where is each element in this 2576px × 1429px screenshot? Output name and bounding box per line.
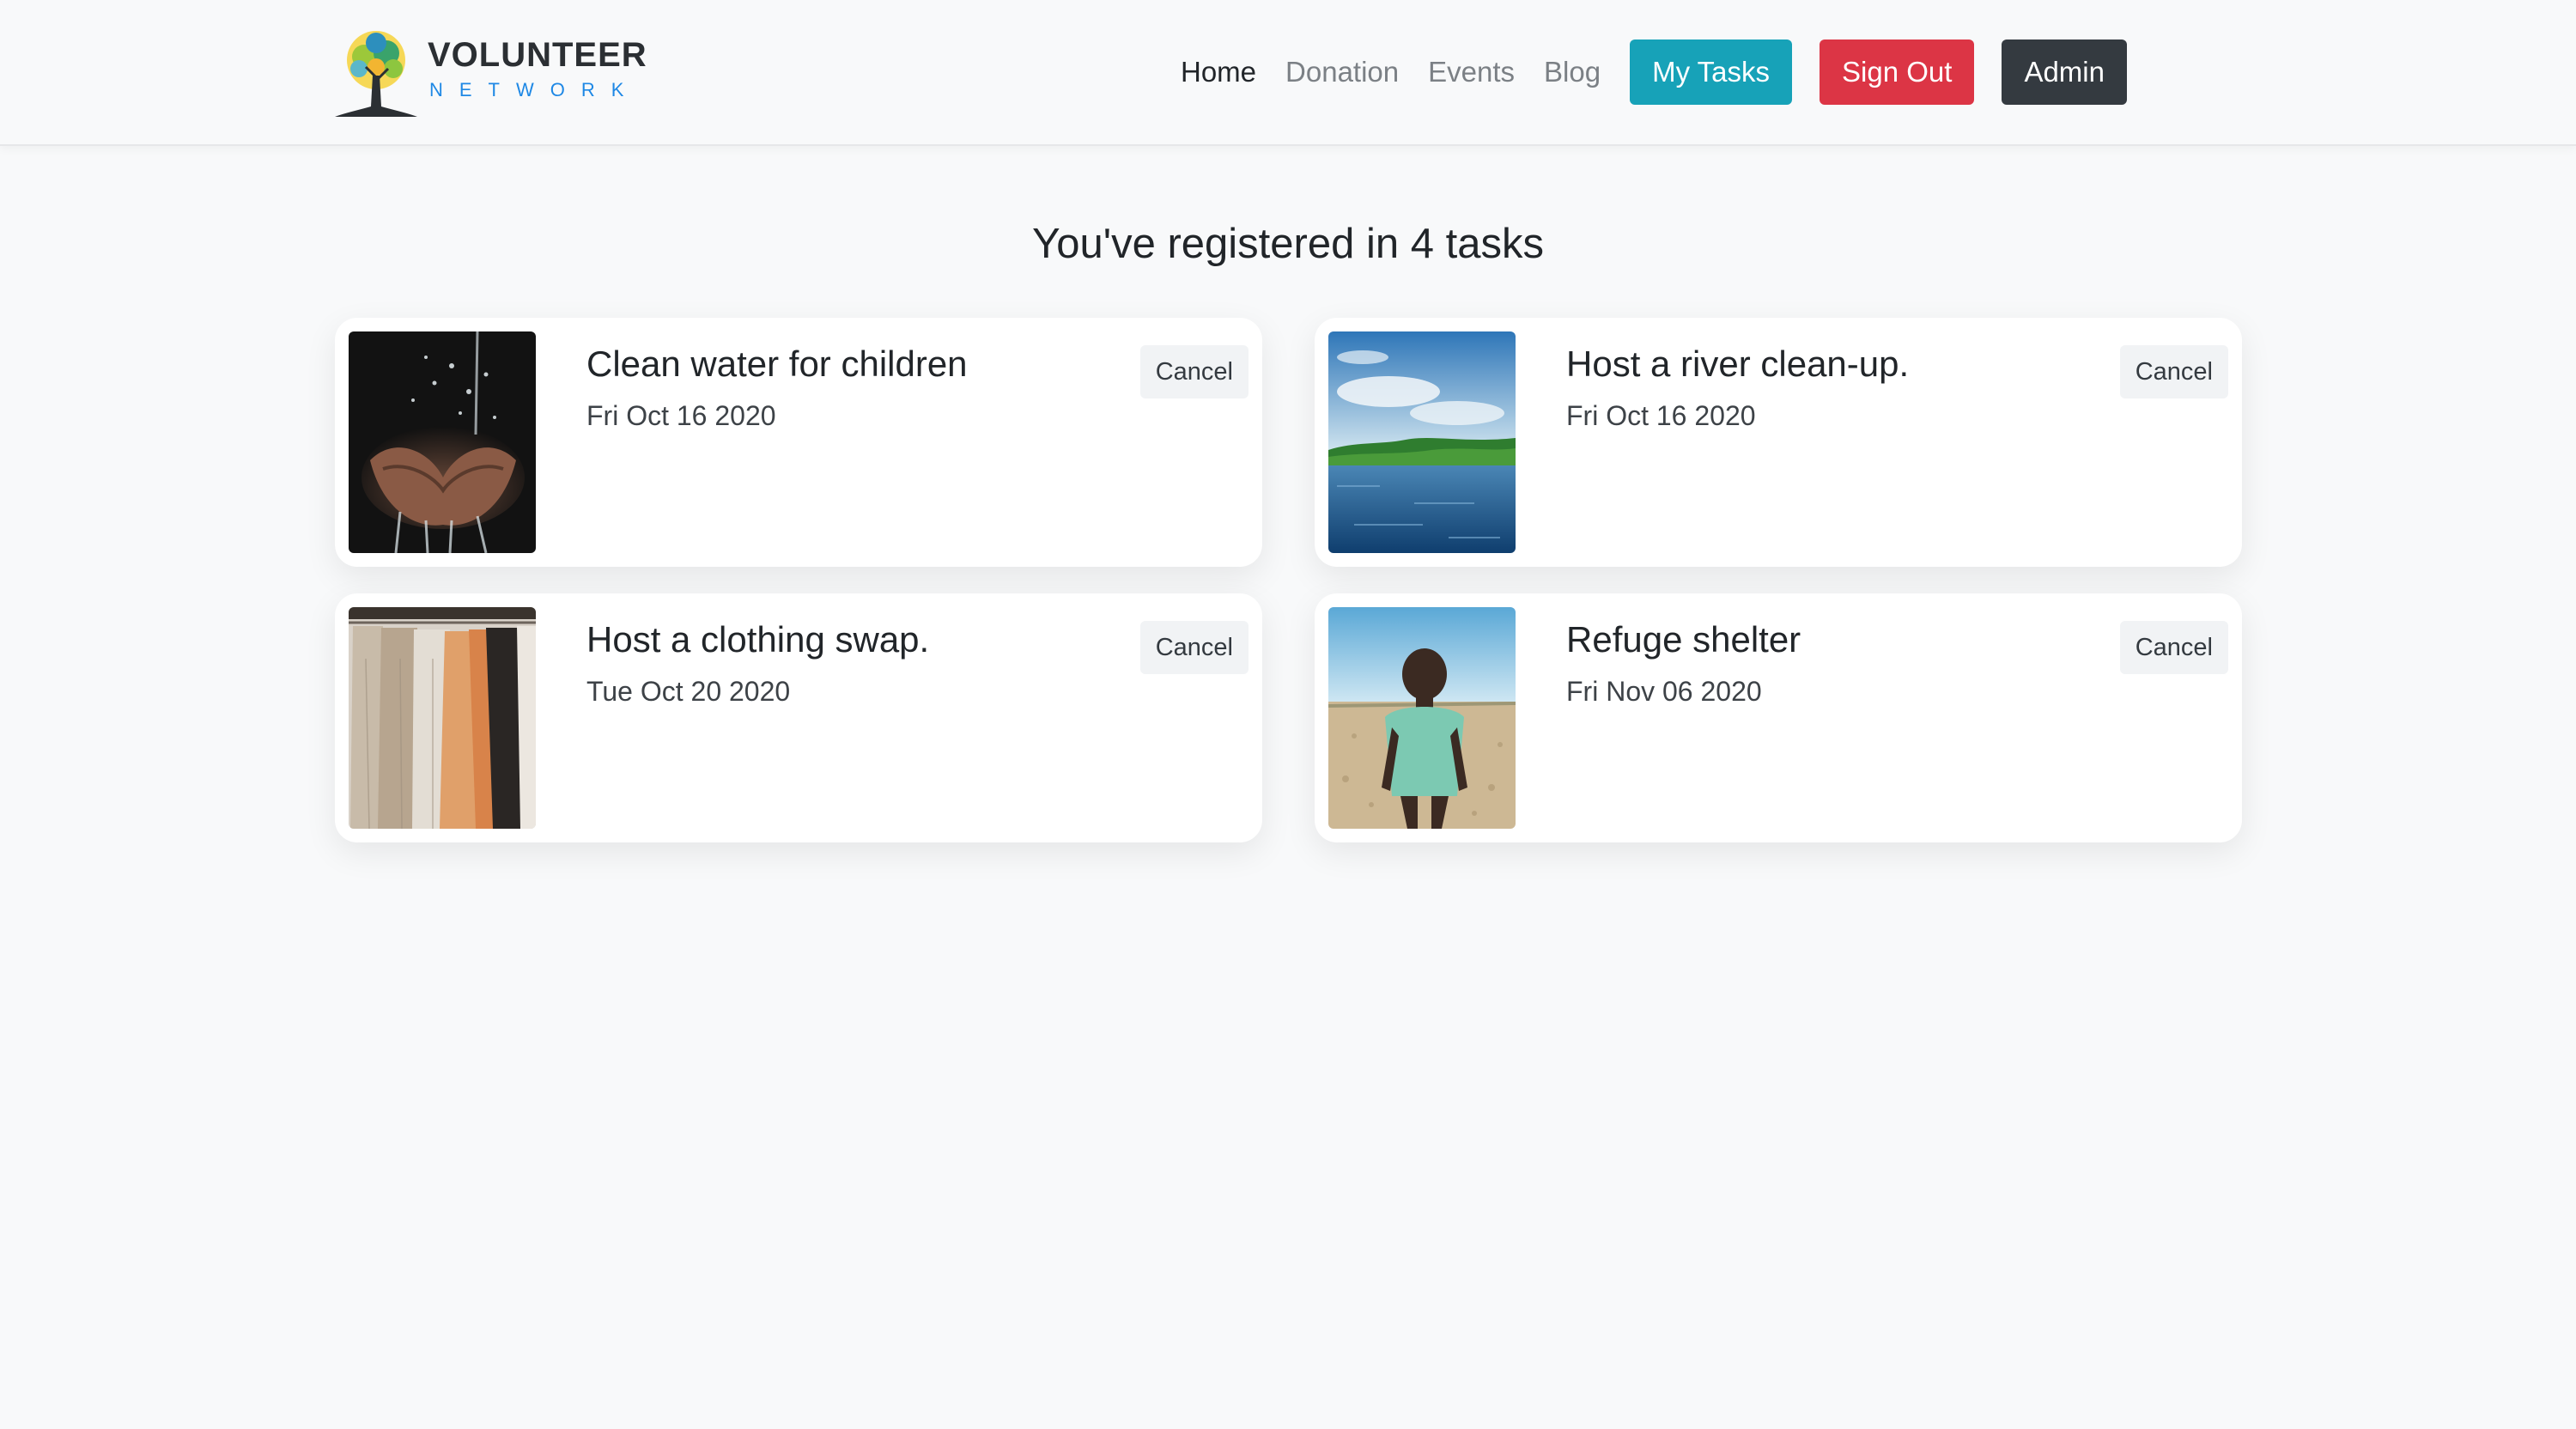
cancel-button[interactable]: Cancel bbox=[2119, 621, 2228, 674]
task-card: Clean water for children Fri Oct 16 2020… bbox=[335, 318, 1262, 567]
nav-link-home[interactable]: Home bbox=[1181, 40, 1256, 105]
task-date: Fri Oct 16 2020 bbox=[1566, 400, 1756, 431]
brand-logo-link[interactable]: VOLUNTEER NETWORK bbox=[333, 24, 647, 120]
task-date: Tue Oct 20 2020 bbox=[586, 676, 791, 707]
task-date: Fri Oct 16 2020 bbox=[586, 400, 776, 431]
main-navigation: Home Donation Events Blog My Tasks Sign … bbox=[1181, 40, 2127, 105]
task-title: Host a clothing swap. bbox=[586, 619, 930, 660]
sign-out-button[interactable]: Sign Out bbox=[1820, 40, 1975, 105]
brand-subtitle: NETWORK bbox=[429, 79, 641, 100]
task-date: Fri Nov 06 2020 bbox=[1566, 676, 1762, 707]
tree-logo-icon bbox=[335, 31, 417, 117]
page-heading: You've registered in 4 tasks bbox=[1032, 221, 1544, 267]
nav-link-donation[interactable]: Donation bbox=[1285, 40, 1399, 105]
clothing-rack-photo bbox=[349, 607, 536, 829]
navbar: VOLUNTEER NETWORK Home Donation Events B… bbox=[0, 0, 2576, 146]
cancel-button[interactable]: Cancel bbox=[1139, 345, 1249, 398]
nav-link-blog[interactable]: Blog bbox=[1544, 40, 1601, 105]
task-card: Host a river clean-up. Fri Oct 16 2020 C… bbox=[1315, 318, 2242, 567]
my-tasks-button[interactable]: My Tasks bbox=[1630, 40, 1793, 105]
hands-water-photo bbox=[349, 331, 536, 553]
task-title: Clean water for children bbox=[586, 344, 968, 384]
task-card: Host a clothing swap. Tue Oct 20 2020 Ca… bbox=[335, 593, 1262, 842]
task-card: Refuge shelter Fri Nov 06 2020 Cancel bbox=[1315, 593, 2242, 842]
cancel-button[interactable]: Cancel bbox=[2119, 345, 2228, 398]
child-portrait-photo bbox=[1328, 607, 1516, 829]
river-landscape-photo bbox=[1328, 331, 1516, 553]
nav-link-events[interactable]: Events bbox=[1428, 40, 1515, 105]
cancel-button[interactable]: Cancel bbox=[1139, 621, 1249, 674]
task-title: Host a river clean-up. bbox=[1566, 344, 1910, 384]
brand-title: VOLUNTEER bbox=[428, 36, 647, 74]
admin-button[interactable]: Admin bbox=[2002, 40, 2127, 105]
task-title: Refuge shelter bbox=[1566, 619, 1801, 660]
